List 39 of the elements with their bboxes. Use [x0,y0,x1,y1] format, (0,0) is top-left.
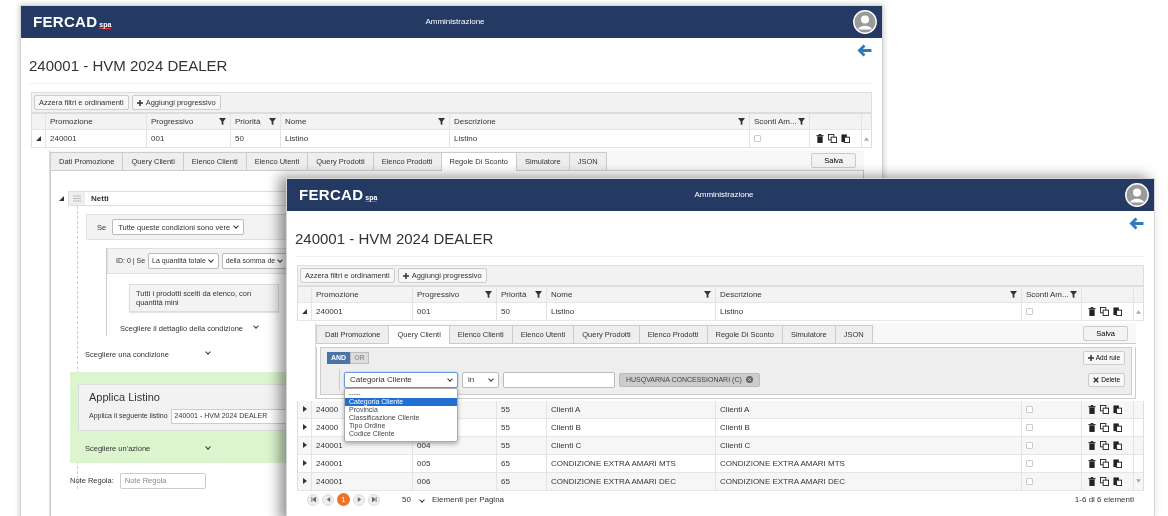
table-cell: 240001 [312,303,413,320]
table-cell: 006 [413,472,497,490]
table-cell: Clienti C [547,436,716,454]
table-cell: 240001 [46,130,147,147]
table-cell: Clienti C [716,436,1022,454]
logo-text: FERCAD [299,186,364,204]
table-cell: CONDIZIONE EXTRA AMARI DEC [547,472,716,490]
page-title: 240001 - HVM 2024 DEALER [295,230,495,248]
table-cell: 240001 [312,454,413,472]
table-cell: Clienti B [716,418,1022,436]
page-size-label: Elementi per Pagina [432,495,505,505]
table-cell: CONDIZIONE EXTRA AMARI MTS [716,454,1022,472]
table-cell: 65 [497,454,547,472]
table-cell: 55 [497,418,547,436]
table-cell: Listino [716,303,1022,320]
table-cell: 001 [147,130,231,147]
table-cell: Listino [547,303,716,320]
header-title: Amministrazione [425,17,485,27]
table-cell: 55 [497,400,547,418]
table-cell: Listino [450,130,750,147]
table-cell: CONDIZIONE EXTRA AMARI DEC [716,472,1022,490]
action-title: Applica Listino [89,391,160,405]
rule-name: Netti [90,193,110,204]
table-cell: 005 [413,454,497,472]
table-cell: 50 [231,130,281,147]
header-title: Amministrazione [694,190,754,200]
table-cell: Clienti A [547,400,716,418]
table-cell: Listino [281,130,450,147]
table-cell: 65 [497,472,547,490]
logo-text: FERCAD [33,13,98,31]
table-cell: 240001 [312,472,413,490]
table-cell: 001 [413,303,497,320]
table-cell: CONDIZIONE EXTRA AMARI MTS [547,454,716,472]
page-title: 240001 - HVM 2024 DEALER [29,57,229,75]
table-cell: Clienti A [716,400,1022,418]
pager-summary: 1-6 di 6 elementi [1074,495,1134,505]
table-cell: 50 [497,303,547,320]
table-cell: Clienti B [547,418,716,436]
table-cell: 55 [497,436,547,454]
